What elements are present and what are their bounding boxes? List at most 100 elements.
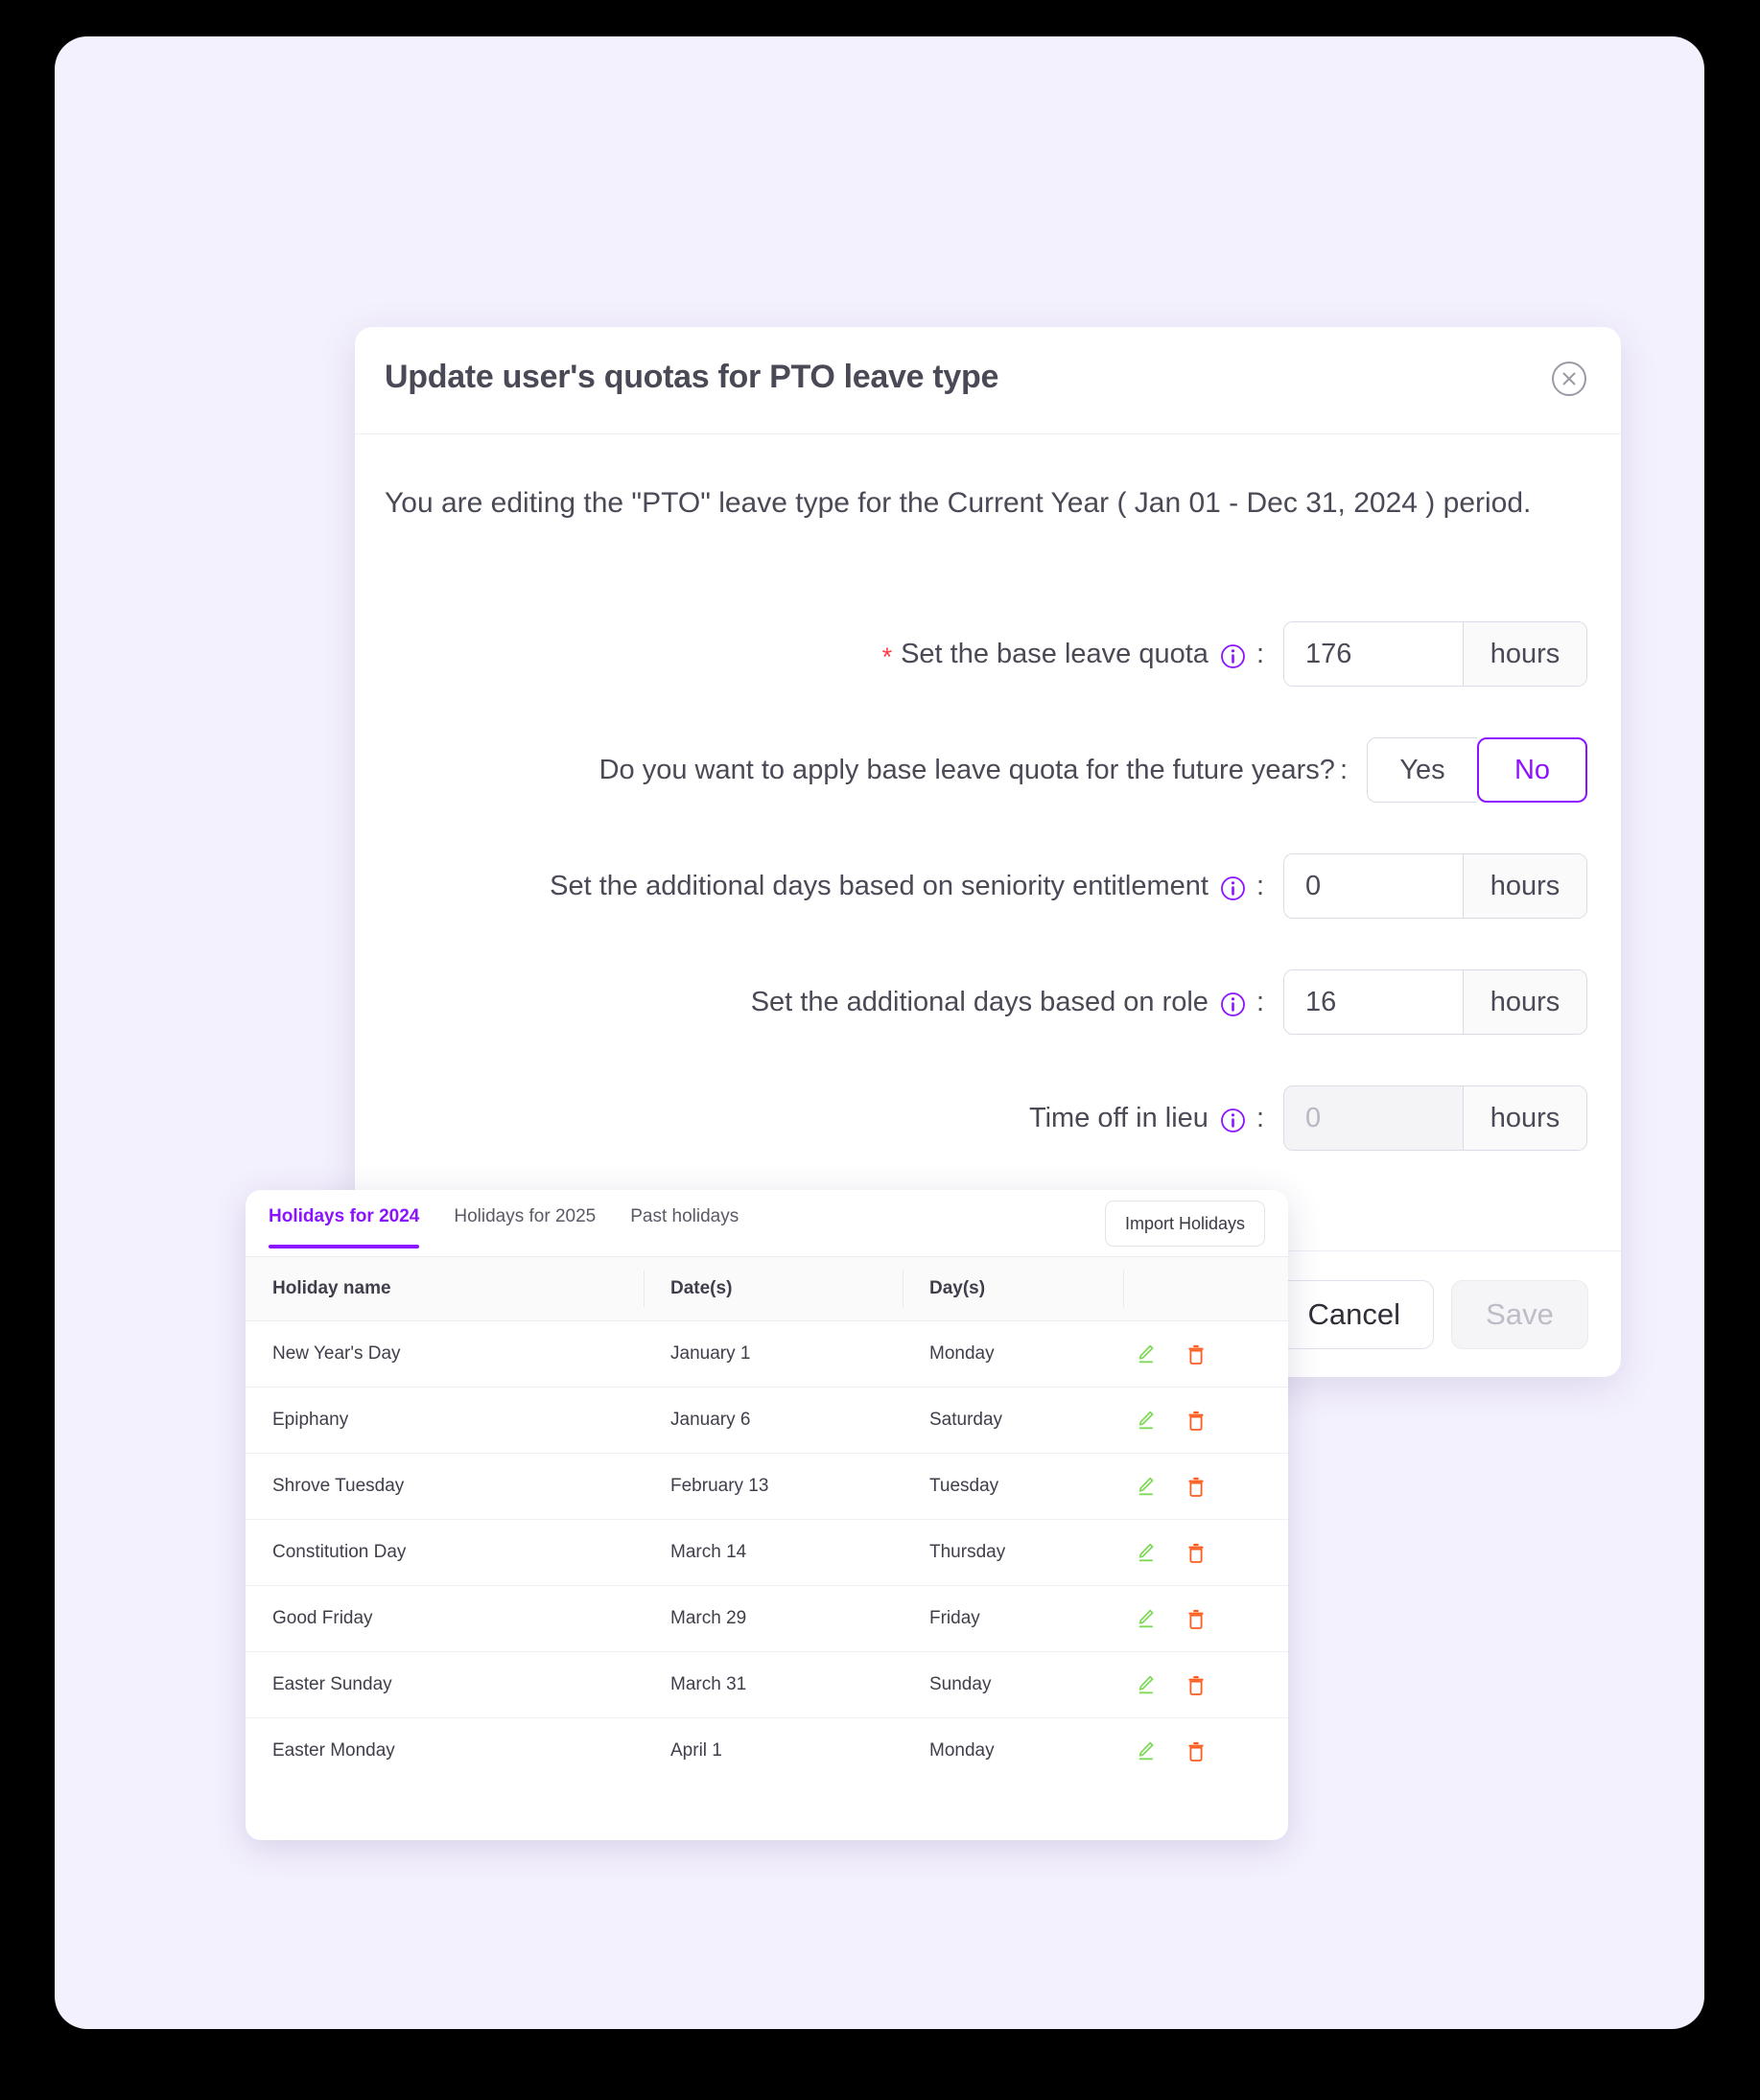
delete-trash-icon[interactable] (1187, 1675, 1205, 1695)
column-header-dates: Date(s) (644, 1257, 903, 1321)
edit-pencil-icon[interactable] (1137, 1542, 1156, 1563)
delete-trash-icon[interactable] (1187, 1411, 1205, 1431)
info-icon[interactable] (1220, 1108, 1246, 1133)
cell-holiday-name: Easter Monday (272, 1740, 395, 1761)
holidays-table-body: New Year's Day January 1 Monday Epiphany… (246, 1320, 1288, 1785)
cell-holiday-day: Thursday (903, 1519, 1123, 1586)
table-row: Shrove Tuesday February 13 Tuesday (246, 1453, 1288, 1520)
cell-holiday-date: March 29 (644, 1585, 903, 1652)
table-row: Easter Sunday March 31 Sunday (246, 1651, 1288, 1718)
table-row: Epiphany January 6 Saturday (246, 1387, 1288, 1454)
column-header-holiday-name: Holiday name (246, 1257, 644, 1321)
base-quota-input[interactable] (1284, 622, 1463, 686)
cell-holiday-day: Tuesday (903, 1453, 1123, 1520)
cell-holiday-day: Monday (929, 1740, 995, 1761)
label-colon: : (1255, 1102, 1264, 1133)
cell-holiday-date: March 31 (644, 1651, 903, 1718)
cell-actions (1123, 1718, 1288, 1785)
cell-holiday-day: Monday (903, 1320, 1123, 1388)
delete-trash-icon[interactable] (1187, 1543, 1205, 1563)
label-colon: : (1255, 986, 1264, 1017)
cell-actions (1123, 1519, 1288, 1586)
cell-holiday-name: New Year's Day (246, 1320, 644, 1388)
intro-text: You are editing the "PTO" leave type for… (385, 487, 1532, 519)
row-action-icons (1123, 1740, 1288, 1762)
edit-pencil-icon[interactable] (1137, 1674, 1156, 1695)
cell-holiday-date: January 6 (644, 1387, 903, 1454)
row-action-icons (1123, 1542, 1288, 1563)
screen-frame: Update user's quotas for PTO leave type … (0, 0, 1760, 2100)
cell-holiday-name: Good Friday (246, 1585, 644, 1652)
row-action-icons (1123, 1674, 1288, 1695)
tab-past-holidays[interactable]: Past holidays (630, 1190, 752, 1227)
row-action-icons (1123, 1608, 1288, 1629)
label-colon: : (1339, 754, 1348, 785)
delete-trash-icon[interactable] (1187, 1344, 1205, 1365)
base-quota-label: * Set the base leave quota : (881, 638, 1264, 671)
cell-holiday-day: Sunday (903, 1651, 1123, 1718)
form-row-time-off-in-lieu: Time off in lieu : hours (355, 1085, 1587, 1151)
cell-holiday-date: April 1 (670, 1740, 722, 1761)
cell-holiday-date: February 13 (644, 1453, 903, 1520)
cell-holiday-name: Easter Sunday (246, 1651, 644, 1718)
seniority-label-text: Set the additional days based on seniori… (550, 870, 1209, 901)
future-years-no-button[interactable]: No (1477, 737, 1587, 803)
form-row-seniority: Set the additional days based on seniori… (355, 853, 1587, 919)
time-off-in-lieu-input (1284, 1086, 1463, 1150)
future-years-toggle: Yes No (1367, 737, 1587, 803)
cell-actions (1123, 1453, 1288, 1520)
info-icon[interactable] (1220, 875, 1246, 901)
table-row: Good Friday March 29 Friday (246, 1585, 1288, 1652)
tab-holidays-2025[interactable]: Holidays for 2025 (454, 1190, 609, 1227)
cell-actions (1123, 1585, 1288, 1652)
time-off-in-lieu-unit: hours (1463, 1086, 1586, 1150)
row-action-icons (1123, 1343, 1288, 1365)
delete-trash-icon[interactable] (1187, 1477, 1205, 1497)
future-years-label-text: Do you want to apply base leave quota fo… (598, 754, 1335, 785)
info-icon[interactable] (1220, 992, 1246, 1017)
role-field-group: hours (1283, 969, 1587, 1035)
column-header-actions (1123, 1257, 1288, 1321)
edit-pencil-icon[interactable] (1137, 1410, 1156, 1431)
cancel-button[interactable]: Cancel (1274, 1279, 1434, 1349)
cell-holiday-day: Friday (903, 1585, 1123, 1652)
table-header-row: Holiday name Date(s) Day(s) (246, 1257, 1288, 1321)
edit-pencil-icon[interactable] (1137, 1740, 1156, 1762)
time-off-in-lieu-label-text: Time off in lieu (1028, 1102, 1209, 1133)
close-icon[interactable] (1549, 359, 1589, 399)
page-background: Update user's quotas for PTO leave type … (55, 36, 1704, 2029)
cell-actions (1123, 1651, 1288, 1718)
cell-holiday-name: Shrove Tuesday (246, 1453, 644, 1520)
import-holidays-button[interactable]: Import Holidays (1104, 1201, 1265, 1247)
table-row: Easter Monday April 1 Monday (246, 1718, 1288, 1785)
holidays-panel: Holidays for 2024 Holidays for 2025 Past… (246, 1190, 1288, 1840)
form-row-role: Set the additional days based on role : (355, 969, 1587, 1035)
tab-holidays-2024[interactable]: Holidays for 2024 (269, 1190, 433, 1248)
delete-trash-icon[interactable] (1187, 1609, 1205, 1629)
base-quota-field-group: hours (1283, 621, 1587, 687)
delete-trash-icon[interactable] (1187, 1741, 1205, 1762)
label-colon: : (1255, 638, 1264, 669)
edit-pencil-icon[interactable] (1137, 1608, 1156, 1629)
base-quota-unit: hours (1463, 622, 1586, 686)
edit-pencil-icon[interactable] (1137, 1343, 1156, 1365)
table-row: New Year's Day January 1 Monday (246, 1320, 1288, 1388)
seniority-label: Set the additional days based on seniori… (550, 871, 1264, 902)
edit-pencil-icon[interactable] (1137, 1476, 1156, 1497)
cell-actions (1123, 1320, 1288, 1388)
future-years-yes-button[interactable]: Yes (1367, 737, 1477, 803)
info-icon[interactable] (1220, 643, 1246, 669)
cell-actions (1123, 1387, 1288, 1454)
form-row-future-years: Do you want to apply base leave quota fo… (355, 737, 1587, 803)
seniority-input[interactable] (1284, 854, 1463, 918)
future-years-label: Do you want to apply base leave quota fo… (599, 755, 1348, 786)
holidays-table-head: Holiday name Date(s) Day(s) (246, 1257, 1288, 1321)
time-off-in-lieu-label: Time off in lieu : (1029, 1103, 1264, 1134)
column-header-days: Day(s) (903, 1257, 1123, 1321)
role-input[interactable] (1284, 970, 1463, 1034)
seniority-unit: hours (1463, 854, 1586, 918)
role-unit: hours (1463, 970, 1586, 1034)
required-marker: * (881, 642, 893, 671)
cell-holiday-date: March 14 (644, 1519, 903, 1586)
holidays-tabs-bar: Holidays for 2024 Holidays for 2025 Past… (246, 1190, 1288, 1257)
